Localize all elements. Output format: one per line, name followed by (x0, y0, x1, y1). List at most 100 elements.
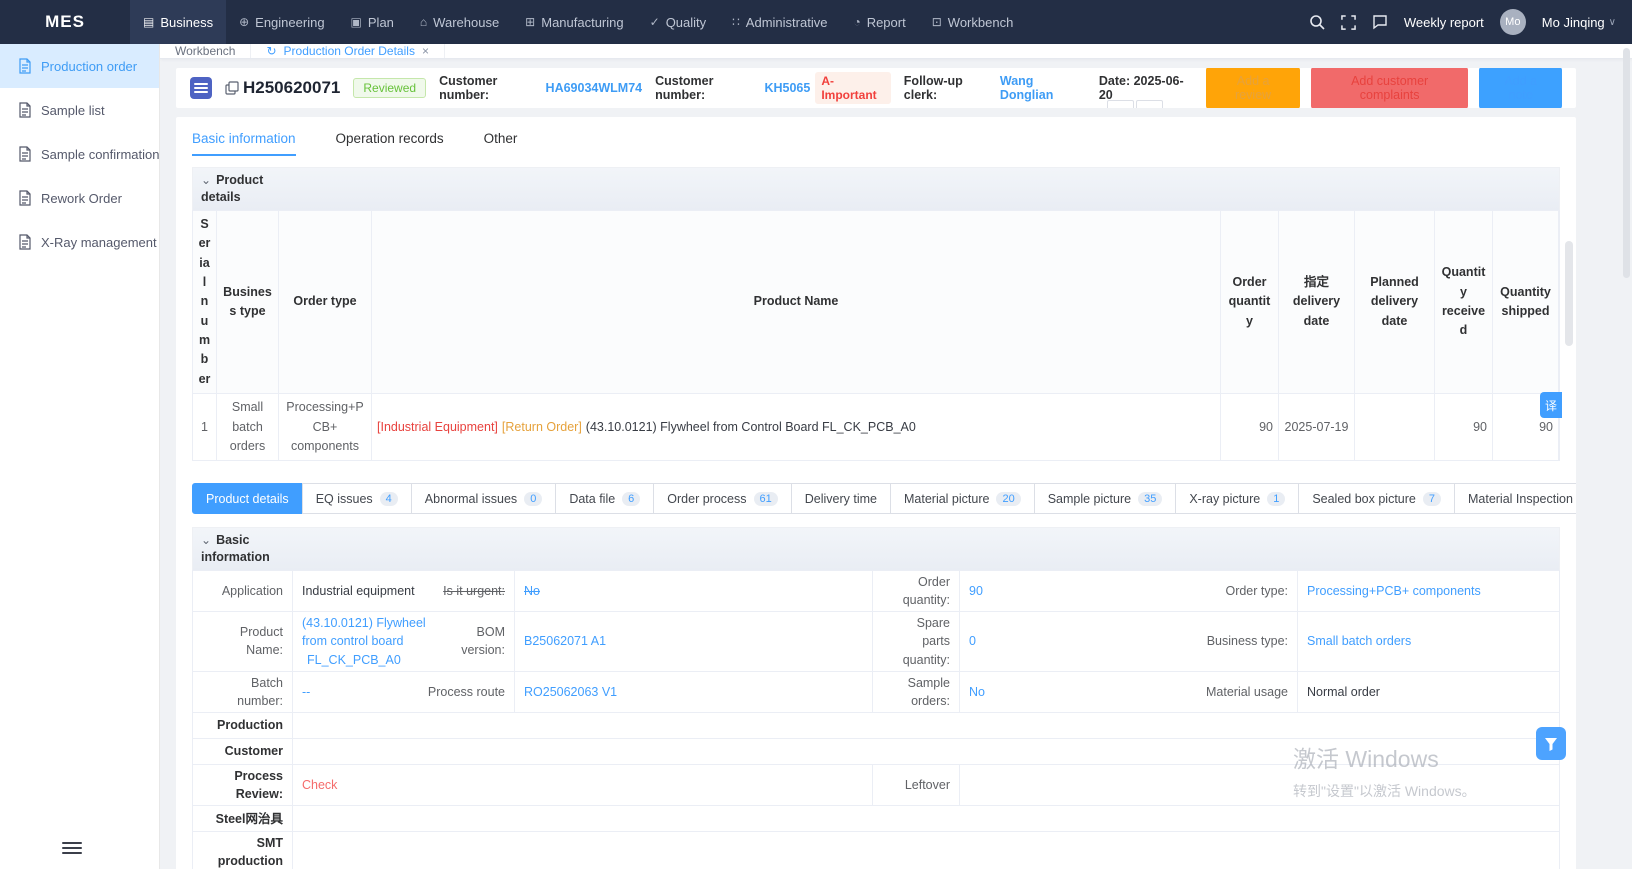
subtab-material-inspection-record[interactable]: Material Inspection Record135 (1454, 483, 1576, 514)
nav-item-workbench[interactable]: ⊡Workbench (919, 0, 1027, 44)
cell-text: 90 (1473, 418, 1487, 437)
info-row: SMT production (193, 832, 1559, 869)
field-value: No (524, 582, 540, 600)
field-link[interactable]: No (969, 685, 985, 699)
field-link[interactable]: 0 (969, 634, 976, 648)
copy-icon[interactable] (225, 81, 239, 95)
table-row[interactable]: 1Small batch ordersProcessing+PCB+ compo… (193, 394, 1559, 461)
sidebar-item-production-order[interactable]: Production order (0, 44, 159, 88)
detail-card: Basic information Operation records Othe… (176, 117, 1576, 869)
pager-button[interactable] (1136, 100, 1163, 108)
fullscreen-icon[interactable] (1341, 15, 1356, 30)
field-text: BOM version: (461, 625, 505, 657)
sidebar-collapse-icon[interactable] (62, 839, 82, 855)
order-number-text: H250620071 (243, 78, 340, 98)
subtab-delivery-time[interactable]: Delivery time (791, 483, 891, 514)
user-name: Mo Jinqing (1542, 15, 1605, 30)
customer-code-link[interactable]: KH5065 (764, 81, 810, 95)
document-icon (18, 146, 32, 162)
app-logo[interactable]: MES (0, 12, 130, 32)
nav-item-report[interactable]: ◔Report (840, 0, 918, 44)
subtab-data-file[interactable]: Data file6 (555, 483, 654, 514)
field-link[interactable]: Check (302, 778, 337, 792)
field-link[interactable]: B25062071 A1 (524, 634, 606, 648)
subtab-x-ray-picture[interactable]: X-ray picture1 (1175, 483, 1299, 514)
add-customer-complaints-button[interactable]: Add customer complaints (1311, 68, 1468, 108)
info-cell: B25062071 A1 (515, 612, 873, 670)
field-label: Process route (422, 683, 505, 701)
info-cell: Small batch orders (1298, 612, 1559, 670)
tab-other[interactable]: Other (484, 127, 518, 154)
field-text: Customer (225, 744, 283, 758)
nav-item-warehouse[interactable]: ⌂Warehouse (407, 0, 512, 44)
nav-item-administrative[interactable]: ∷Administrative (719, 0, 840, 44)
subtab-sample-picture[interactable]: Sample picture 35 (1034, 483, 1177, 514)
sidebar-item-x-ray-management[interactable]: X-Ray management (0, 220, 159, 264)
tab-basic-information[interactable]: Basic information (192, 127, 296, 156)
field-link[interactable]: FL_CK_PCB_A0 (307, 651, 450, 669)
subtab-product-details[interactable]: Product details (192, 483, 303, 514)
refresh-icon[interactable]: ↻ (266, 44, 276, 58)
nav-item-business[interactable]: ▤Business (130, 0, 226, 44)
info-cell: Processing+PCB+ components (1298, 571, 1559, 611)
customer-number-field-2: Customer number:KH5065A-Important (655, 72, 891, 104)
count-badge: 35 (1138, 492, 1162, 506)
field-link[interactable]: Processing+PCB+ components (1307, 584, 1481, 598)
page-scrollbar[interactable] (1623, 48, 1630, 278)
user-avatar[interactable]: Mo (1500, 9, 1526, 35)
weekly-report-link[interactable]: Weekly report (1404, 15, 1484, 30)
subtab-label: Order process (667, 492, 746, 506)
count-badge: 1 (1267, 492, 1285, 506)
nav-item-engineering[interactable]: ⊕Engineering (226, 0, 337, 44)
field-value: 0 (969, 632, 976, 650)
tab-workbench[interactable]: Workbench (160, 44, 251, 58)
info-cell (293, 713, 1559, 738)
clerk-link[interactable]: Wang Donglian (1000, 74, 1086, 102)
table-header-row: Serial numberBusiness typeOrder typeProd… (193, 211, 1559, 394)
product-details-section-header[interactable]: ⌄Product details (192, 167, 1560, 210)
add-review-button[interactable]: Add a review (1206, 68, 1300, 108)
status-badge: Reviewed (353, 78, 426, 98)
translate-button[interactable]: 译 (1540, 392, 1562, 418)
subtab-material-picture[interactable]: Material picture20 (890, 483, 1035, 514)
cell-text: 2025-07-19 (1285, 418, 1349, 437)
tab-production-order-details[interactable]: ↻ Production Order Details × (251, 44, 444, 58)
subtab-label: Sample picture (1048, 492, 1131, 506)
field-link[interactable]: 90 (969, 584, 983, 598)
sidebar-item-sample-list[interactable]: Sample list (0, 88, 159, 132)
subtab-sealed-box-picture[interactable]: Sealed box picture7 (1298, 483, 1455, 514)
filter-button[interactable] (1536, 727, 1566, 760)
field-value: (43.10.0121) Flywheel from control board… (302, 614, 450, 668)
search-icon[interactable] (1309, 14, 1325, 30)
field-link[interactable]: RO25062063 V1 (524, 685, 617, 699)
field-link[interactable]: -- (302, 685, 310, 699)
nav-item-manufacturing[interactable]: ⊞Manufacturing (512, 0, 636, 44)
field-value: B25062071 A1 (524, 632, 606, 650)
nav-item-quality[interactable]: ✓Quality (637, 0, 720, 44)
table-scrollbar[interactable] (1565, 241, 1573, 346)
subtab-label: Delivery time (805, 492, 877, 506)
subtab-eq-issues[interactable]: EQ issues4 (302, 483, 412, 514)
message-icon[interactable] (1372, 14, 1388, 30)
user-menu[interactable]: Mo Jinqing∨ (1542, 15, 1616, 30)
close-icon[interactable]: × (422, 44, 429, 58)
sidebar-item-sample-confirmation-list[interactable]: Sample confirmation list (0, 132, 159, 176)
field-value: No (969, 683, 985, 701)
customer-number-link[interactable]: HA69034WLM74 (546, 81, 643, 95)
tab-operation-records[interactable]: Operation records (336, 127, 444, 154)
subtab-order-process[interactable]: Order process61 (653, 483, 791, 514)
field-value: 90 (969, 582, 983, 600)
field-link[interactable]: No (524, 584, 540, 598)
table-cell-planned-delivery-date (1355, 394, 1435, 461)
subtab-abnormal-issues[interactable]: Abnormal issues0 (411, 483, 557, 514)
field-text: Order type: (1225, 584, 1288, 598)
pager-button[interactable] (1107, 100, 1134, 108)
info-cell (293, 832, 1559, 869)
field-link[interactable]: (43.10.0121) Flywheel from control board (302, 614, 450, 650)
field-link[interactable]: Small batch orders (1307, 634, 1411, 648)
add-note-button[interactable]: Add a note (1479, 68, 1562, 108)
nav-item-plan[interactable]: ▣Plan (338, 0, 407, 44)
basic-information-section-header[interactable]: ⌄Basic information (192, 527, 1560, 570)
sidebar-item-rework-order[interactable]: Rework Order (0, 176, 159, 220)
field-value: Small batch orders (1307, 632, 1411, 650)
